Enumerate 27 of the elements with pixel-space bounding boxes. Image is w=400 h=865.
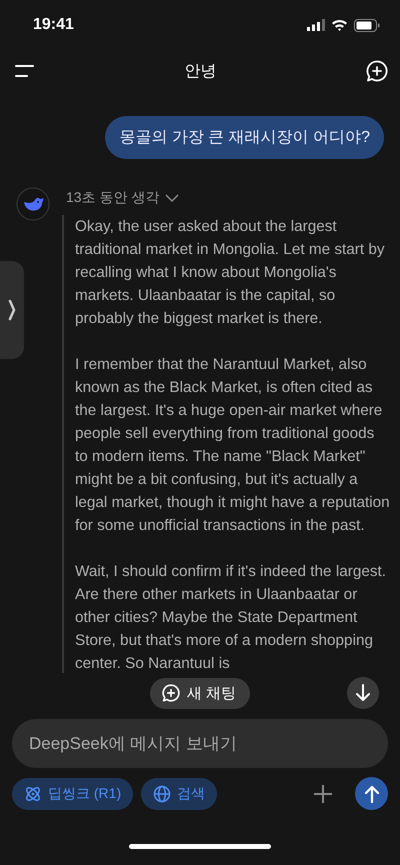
sidebar-handle[interactable]	[0, 261, 24, 359]
arrow-up-icon	[364, 784, 380, 802]
chevron-down-icon	[165, 194, 180, 202]
new-chat-button[interactable]: 새 채팅	[150, 678, 250, 708]
mode-toggle[interactable]: 검색	[141, 778, 218, 810]
mode-toggle[interactable]: 딥씽크 (R1)	[12, 778, 134, 810]
wifi-icon	[331, 19, 348, 31]
battery-icon	[354, 18, 380, 32]
message-input[interactable]: DeepSeek에 메시지 보내기	[12, 719, 388, 768]
new-chat-icon[interactable]	[366, 60, 388, 82]
thinking-paragraph: Wait, I should confirm if it's indeed the largest. Are there other markets in Ulaanbaatar or other cities? Maybe the State Department Store, but that's more of a modern shopping center. So Narantuul is	[75, 562, 387, 673]
scroll-down-button[interactable]	[347, 677, 379, 709]
new-chat-icon	[162, 684, 180, 702]
thinking-paragraph: Okay, the user asked about the largest traditional market in Mongolia. Let me start by recalling what I know about Mongolia's markets. Ulaanbaatar is the capital, so probably the biggest market is there.	[75, 217, 386, 329]
globe-icon	[153, 784, 172, 802]
menu-icon[interactable]	[15, 64, 35, 78]
thinking-toggle[interactable]: 13초 동안 생각	[60, 187, 390, 209]
atom-icon	[24, 784, 42, 802]
user-message: 몽골의 가장 큰 재래시장이 어디야?	[105, 116, 384, 159]
thinking-paragraph: I remember that the Narantuul Market, also known as the Black Market, is often cited as the largest. It's a huge open-air market where people sell everything from traditional goods to modern items. The name "Black Market" might be a bit confusing, but it's actually a legal market, though it might have a reputation for some unofficial transactions in the past.	[75, 355, 390, 536]
chat-title: 안녕	[184, 62, 216, 82]
plus-icon[interactable]	[313, 784, 333, 804]
status-time: 19:41	[33, 16, 74, 34]
signal-icon	[307, 19, 325, 31]
arrow-down-icon	[355, 684, 371, 702]
chevron-right-icon	[8, 299, 16, 321]
send-button[interactable]	[355, 777, 388, 810]
